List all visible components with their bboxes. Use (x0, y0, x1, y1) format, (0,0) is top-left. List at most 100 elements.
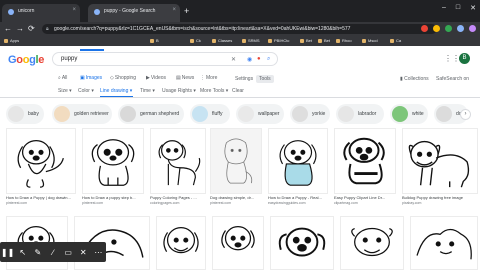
bookmark-item[interactable]: Mscd (362, 38, 378, 43)
settings-button[interactable]: Settings (232, 75, 256, 83)
bookmark-item[interactable]: Ca (390, 38, 401, 43)
filter-more-tools[interactable]: More Tools ▾ (200, 88, 228, 94)
filter-type[interactable]: Line drawing ▾ (100, 88, 132, 94)
minimize-button[interactable]: – (442, 4, 446, 12)
pause-icon[interactable]: ❚❚ (0, 248, 15, 257)
image-result[interactable]: Bulldog Puppy drawing free image pixabay… (402, 128, 478, 208)
result-image[interactable] (82, 128, 144, 194)
tab-more[interactable]: ⋮More (200, 75, 217, 81)
close-tab-icon[interactable]: × (172, 7, 176, 13)
camera-icon[interactable]: ◉ (247, 56, 252, 63)
result-image[interactable] (402, 128, 478, 194)
result-image[interactable] (334, 128, 396, 194)
new-tab-button[interactable]: + (184, 6, 189, 16)
safesearch-link[interactable]: SafeSearch on (436, 76, 469, 82)
tab-all[interactable]: ⌕All (58, 75, 67, 81)
forward-button[interactable]: → (16, 24, 24, 33)
bookmark-item[interactable]: PBIHCtc (268, 38, 289, 43)
clear-icon[interactable]: ✕ (231, 56, 236, 63)
image-result[interactable] (156, 216, 206, 270)
result-image[interactable] (268, 128, 328, 194)
image-result[interactable] (410, 216, 478, 270)
chevron-right-icon[interactable]: › (460, 109, 471, 120)
filter-clear[interactable]: Clear (232, 88, 244, 94)
extension-icon[interactable] (445, 25, 452, 32)
filter-size[interactable]: Size ▾ (58, 88, 72, 94)
back-button[interactable]: ← (4, 24, 12, 33)
result-image[interactable] (6, 128, 76, 194)
pen-icon[interactable]: ✎ (30, 248, 45, 257)
result-image[interactable] (212, 216, 264, 270)
bookmark-item[interactable]: Bet (318, 38, 330, 43)
filter-color[interactable]: Color ▾ (78, 88, 94, 94)
profile-icon[interactable] (469, 25, 476, 32)
bookmark-item[interactable]: Bet (300, 38, 312, 43)
cursor-icon[interactable]: ↖ (15, 248, 30, 257)
search-icon[interactable]: ⌕ (267, 56, 270, 63)
tab-videos[interactable]: ▶Videos (146, 75, 166, 81)
result-caption[interactable]: Bulldog Puppy drawing free image (402, 195, 478, 200)
tab-images[interactable]: ▣Images (80, 75, 102, 81)
result-caption[interactable]: Dog drawing simple, dr... (210, 195, 262, 200)
avatar[interactable]: B (459, 53, 470, 64)
result-caption[interactable]: How to Draw a puppy step b... (82, 195, 144, 200)
chip-labrador[interactable]: labrador (336, 104, 384, 124)
search-input[interactable]: puppy ✕ ◉ ● ⌕ (52, 52, 278, 66)
result-image[interactable] (270, 216, 334, 270)
extension-icon[interactable] (433, 25, 440, 32)
result-image[interactable] (210, 128, 262, 194)
extension-icon[interactable] (421, 25, 428, 32)
tab-shopping[interactable]: ◇Shopping (110, 75, 136, 81)
google-logo[interactable]: Google (8, 54, 44, 66)
result-image[interactable] (156, 216, 206, 270)
close-icon[interactable]: ✕ (76, 248, 91, 257)
reload-button[interactable]: ⟳ (28, 24, 35, 33)
rectangle-icon[interactable]: ▭ (61, 248, 76, 257)
result-caption[interactable]: Easy Puppy Clipart Line Dr... (334, 195, 396, 200)
line-icon[interactable]: ∕ (45, 248, 60, 257)
maximize-button[interactable]: □ (456, 4, 460, 12)
filter-usage-rights[interactable]: Usage Rights ▾ (162, 88, 196, 94)
chip-wallpaper[interactable]: wallpaper (236, 104, 284, 124)
chip-golden-retriever[interactable]: golden retriever (52, 104, 112, 124)
close-tab-icon[interactable]: × (72, 7, 76, 13)
microphone-icon[interactable]: ● (257, 56, 261, 62)
chip-white[interactable]: white (390, 104, 428, 124)
result-caption[interactable]: How to Draw a Puppy | dog drawin... (6, 195, 76, 200)
browser-tab-puppy[interactable]: puppy - Google Search × (88, 4, 180, 22)
address-bar[interactable]: 🔒︎ google.com/search?q=puppy&rlz=1C1GCEA… (42, 24, 437, 34)
bookmark-item[interactable]: Classes (212, 38, 232, 43)
result-image[interactable] (150, 128, 206, 194)
chip-german-shepherd[interactable]: german shepherd (118, 104, 184, 124)
image-result[interactable]: How to Draw a Puppy | dog drawin... pint… (6, 128, 76, 208)
bookmark-item[interactable]: Rhoo (336, 38, 352, 43)
browser-tab-unicorn[interactable]: unicorn × (2, 4, 80, 22)
bookmark-item[interactable]: Apps (4, 38, 19, 43)
image-result[interactable] (270, 216, 334, 270)
image-result[interactable] (212, 216, 264, 270)
image-result[interactable]: How to Draw a puppy step b... pinterest.… (82, 128, 144, 208)
image-result[interactable] (340, 216, 404, 270)
image-result[interactable]: How to Draw a Puppy - Real... easydrawin… (268, 128, 328, 208)
image-result[interactable]: Puppy Coloring Pages - ... coloringpages… (150, 128, 206, 208)
bookmark-item[interactable]: Ck (190, 38, 201, 43)
collections-link[interactable]: ▮ Collections (400, 76, 429, 82)
close-window-button[interactable]: ✕ (470, 4, 476, 12)
image-result[interactable]: Easy Puppy Clipart Line Dr... clipartmag… (334, 128, 396, 208)
more-icon[interactable]: ⋯ (91, 248, 106, 257)
result-caption[interactable]: Puppy Coloring Pages - ... (150, 195, 206, 200)
result-caption[interactable]: How to Draw a Puppy - Real... (268, 195, 328, 200)
bookmark-item[interactable]: SRMS (242, 38, 260, 43)
chip-fluffy[interactable]: fluffy (190, 104, 230, 124)
chip-baby[interactable]: baby (6, 104, 44, 124)
filter-time[interactable]: Time ▾ (140, 88, 155, 94)
bookmark-item[interactable]: B (150, 38, 159, 43)
extension-icon[interactable] (457, 25, 464, 32)
result-image[interactable] (340, 216, 404, 270)
result-image[interactable] (410, 216, 478, 270)
tools-button[interactable]: Tools (256, 75, 274, 83)
tab-news[interactable]: ▤News (176, 75, 194, 81)
apps-grid-icon[interactable]: ⋮⋮ (444, 54, 460, 63)
image-result[interactable]: Dog drawing simple, dr... pinterest.com (210, 128, 262, 208)
chip-yorkie[interactable]: yorkie (290, 104, 330, 124)
